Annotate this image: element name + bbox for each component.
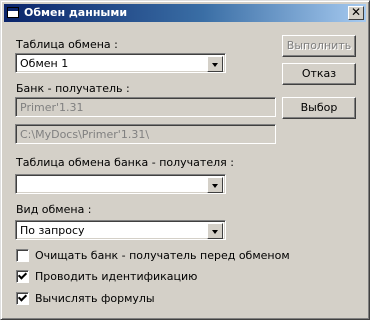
identification-label: Проводить идентификацию	[35, 270, 198, 283]
receiver-table-label: Таблица обмена банка - получателя :	[16, 156, 234, 169]
chevron-down-icon[interactable]	[207, 223, 223, 239]
clear-bank-checkbox[interactable]	[16, 249, 29, 262]
execute-button[interactable]: Выполнить	[282, 35, 356, 57]
exchange-type-select[interactable]: По запросу	[15, 220, 226, 240]
select-button[interactable]: Выбор	[282, 97, 356, 119]
cancel-button[interactable]: Отказ	[282, 63, 356, 85]
exchange-table-select[interactable]: Обмен 1	[15, 53, 226, 73]
exchange-table-label: Таблица обмена :	[16, 38, 118, 51]
title-bar[interactable]: Обмен данными ✕	[4, 4, 366, 22]
receiver-bank-label: Банк - получатель :	[16, 82, 130, 95]
identification-checkbox[interactable]	[16, 270, 29, 283]
window-icon	[7, 7, 19, 18]
chevron-down-icon[interactable]	[207, 56, 223, 72]
exchange-type-label: Вид обмена :	[16, 203, 92, 216]
dialog-window: Обмен данными ✕ Таблица обмена : Обмен 1…	[0, 0, 370, 320]
receiver-bank-path: C:\MyDocs\Primer'1.31\	[20, 128, 150, 141]
chevron-down-icon[interactable]	[207, 177, 223, 193]
formulas-label: Вычислять формулы	[35, 292, 155, 305]
receiver-bank-name: Primer'1.31	[20, 101, 84, 114]
receiver-bank-path-field: C:\MyDocs\Primer'1.31\	[15, 124, 276, 144]
receiver-bank-name-field: Primer'1.31	[15, 97, 276, 117]
clear-bank-label: Очищать банк - получатель перед обменом	[35, 249, 290, 262]
formulas-checkbox[interactable]	[16, 292, 29, 305]
close-button[interactable]: ✕	[348, 6, 364, 20]
receiver-table-select[interactable]	[15, 174, 226, 194]
exchange-table-value: Обмен 1	[20, 57, 69, 70]
window-title: Обмен данными	[24, 6, 128, 19]
exchange-type-value: По запросу	[20, 224, 85, 237]
